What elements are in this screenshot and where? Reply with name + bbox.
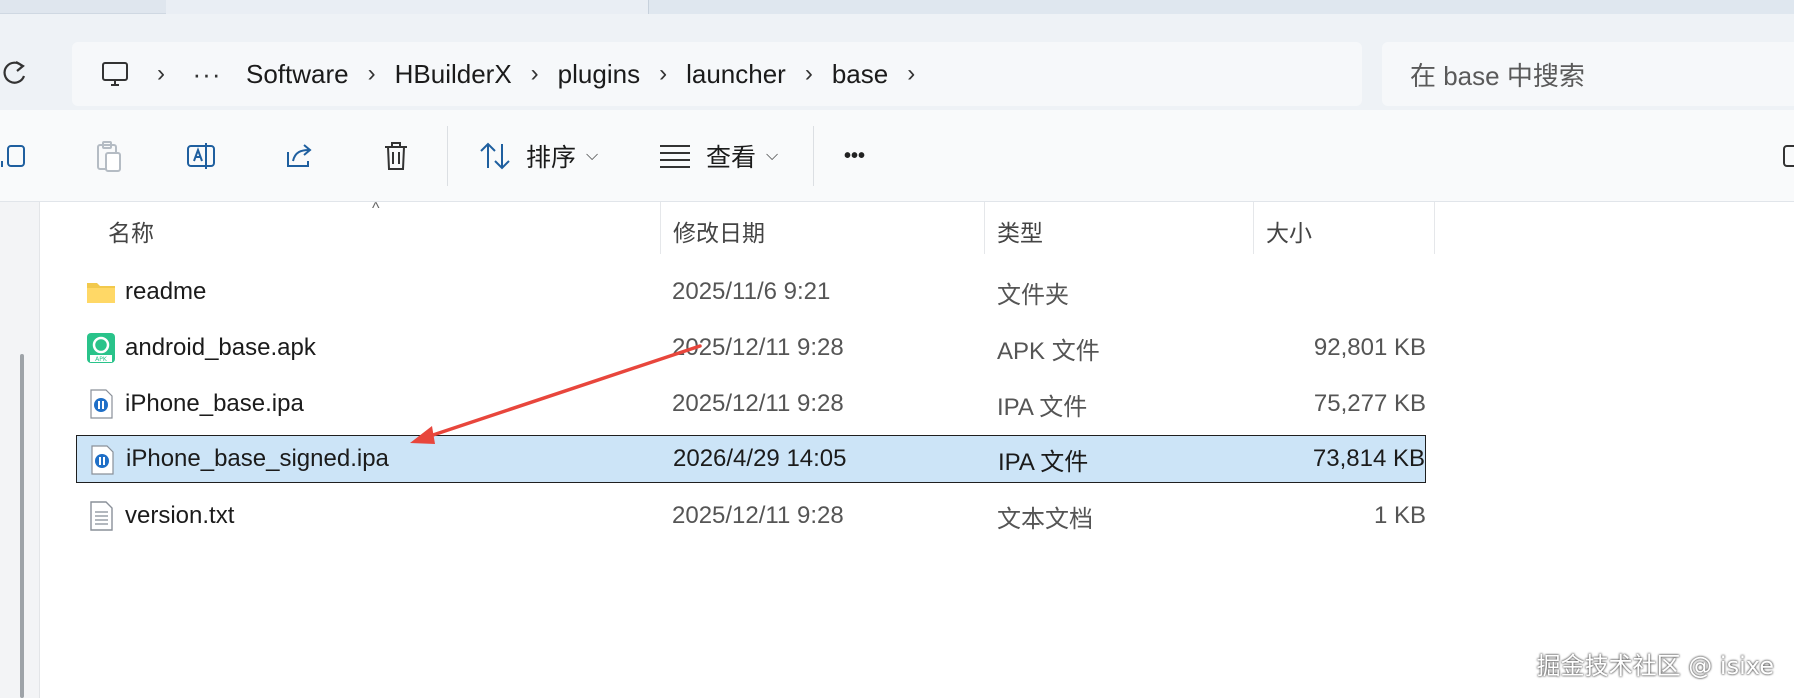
apk-file-icon: APK: [86, 333, 116, 363]
file-date: 2025/12/11 9:28: [672, 334, 844, 361]
file-date: 2025/11/6 9:21: [672, 278, 831, 305]
rename-icon[interactable]: [182, 132, 222, 180]
file-name: iPhone_base.ipa: [125, 390, 304, 417]
more-options-button[interactable]: •••: [844, 132, 865, 180]
tab-strip: [0, 0, 1794, 14]
delete-icon[interactable]: [376, 132, 416, 180]
file-type: IPA 文件: [997, 393, 1088, 421]
details-pane-icon[interactable]: [1782, 132, 1794, 180]
file-size: 92,801 KB: [1313, 334, 1426, 361]
breadcrumb-item-base[interactable]: base: [832, 42, 888, 106]
file-date: 2026/4/29 14:05: [673, 445, 847, 472]
chevron-right-icon[interactable]: ›: [786, 60, 832, 88]
breadcrumb-item-software[interactable]: Software: [246, 42, 349, 106]
address-row: › ··· Software › HBuilderX › plugins › l…: [0, 14, 1794, 110]
text-file-icon: [86, 501, 116, 531]
file-name: readme: [125, 278, 207, 305]
ipa-file-icon: [87, 445, 117, 475]
chevron-down-icon: ⌵: [766, 147, 779, 164]
tab-inactive[interactable]: [0, 0, 166, 14]
navigation-pane[interactable]: [0, 202, 40, 698]
file-type: 文件夹: [997, 281, 1069, 309]
watermark: 掘金技术社区 @ isixe: [1536, 652, 1774, 680]
view-label: 查看: [706, 144, 757, 172]
file-type: APK 文件: [997, 337, 1100, 365]
chevron-right-icon[interactable]: ›: [349, 60, 395, 88]
file-row[interactable]: APK android_base.apk 2025/12/11 9:28 APK…: [76, 324, 1426, 372]
sort-button[interactable]: 排序 ⌵: [478, 132, 598, 180]
chevron-right-icon[interactable]: ›: [512, 60, 558, 88]
search-input[interactable]: 在 base 中搜索: [1382, 42, 1794, 106]
file-size: 1 KB: [1373, 502, 1426, 529]
breadcrumb-item-plugins[interactable]: plugins: [558, 42, 640, 106]
column-divider[interactable]: [1253, 202, 1254, 254]
file-row[interactable]: readme 2025/11/6 9:21 文件夹: [76, 268, 1426, 316]
view-list-icon: [660, 145, 690, 168]
view-button[interactable]: 查看 ⌵: [658, 132, 778, 180]
file-size: 73,814 KB: [1312, 445, 1425, 472]
breadcrumb-item-launcher[interactable]: launcher: [686, 42, 786, 106]
column-header-type[interactable]: 类型: [997, 202, 1247, 260]
chevron-right-icon[interactable]: ›: [640, 60, 686, 88]
column-header-size[interactable]: 大小: [1266, 202, 1426, 260]
file-name: version.txt: [125, 502, 235, 529]
column-header-date[interactable]: 修改日期: [673, 202, 983, 260]
file-name: iPhone_base_signed.ipa: [126, 445, 389, 472]
chevron-right-icon[interactable]: ›: [888, 60, 934, 88]
svg-text:APK: APK: [95, 356, 108, 363]
refresh-icon[interactable]: [2, 58, 28, 88]
breadcrumb[interactable]: › ··· Software › HBuilderX › plugins › l…: [72, 42, 1362, 106]
file-size: 75,277 KB: [1313, 390, 1426, 417]
tab-active[interactable]: [648, 0, 1794, 14]
chevron-down-icon: ⌵: [586, 147, 599, 164]
sort-label: 排序: [526, 144, 577, 172]
sort-icon: [480, 142, 510, 170]
chevron-right-icon[interactable]: ›: [138, 60, 184, 88]
toolbar-divider: [447, 126, 448, 186]
ipa-file-icon: [86, 389, 116, 419]
file-row[interactable]: version.txt 2025/12/11 9:28 文本文档 1 KB: [76, 492, 1426, 540]
column-divider[interactable]: [1434, 202, 1435, 254]
paste-icon[interactable]: [88, 132, 128, 180]
column-divider[interactable]: [660, 202, 661, 254]
file-type: 文本文档: [997, 505, 1093, 533]
folder-icon: [86, 277, 116, 307]
breadcrumb-overflow[interactable]: ···: [184, 59, 230, 90]
file-row[interactable]: iPhone_base.ipa 2025/12/11 9:28 IPA 文件 7…: [76, 380, 1426, 428]
column-divider[interactable]: [984, 202, 985, 254]
breadcrumb-item-hbuilderx[interactable]: HBuilderX: [395, 42, 512, 106]
column-header-name[interactable]: 名称: [108, 202, 658, 260]
file-date: 2025/12/11 9:28: [672, 502, 844, 529]
file-name: android_base.apk: [125, 334, 316, 361]
file-date: 2025/12/11 9:28: [672, 390, 844, 417]
new-item-icon[interactable]: [0, 132, 30, 180]
this-pc-icon[interactable]: [92, 51, 138, 97]
toolbar-divider: [813, 126, 814, 186]
share-icon[interactable]: [280, 132, 320, 180]
file-row-selected[interactable]: iPhone_base_signed.ipa 2026/4/29 14:05 I…: [76, 435, 1426, 483]
file-type: IPA 文件: [998, 448, 1089, 476]
nav-scrollbar[interactable]: [20, 354, 24, 698]
command-bar: 排序 ⌵ 查看 ⌵ •••: [0, 110, 1794, 202]
